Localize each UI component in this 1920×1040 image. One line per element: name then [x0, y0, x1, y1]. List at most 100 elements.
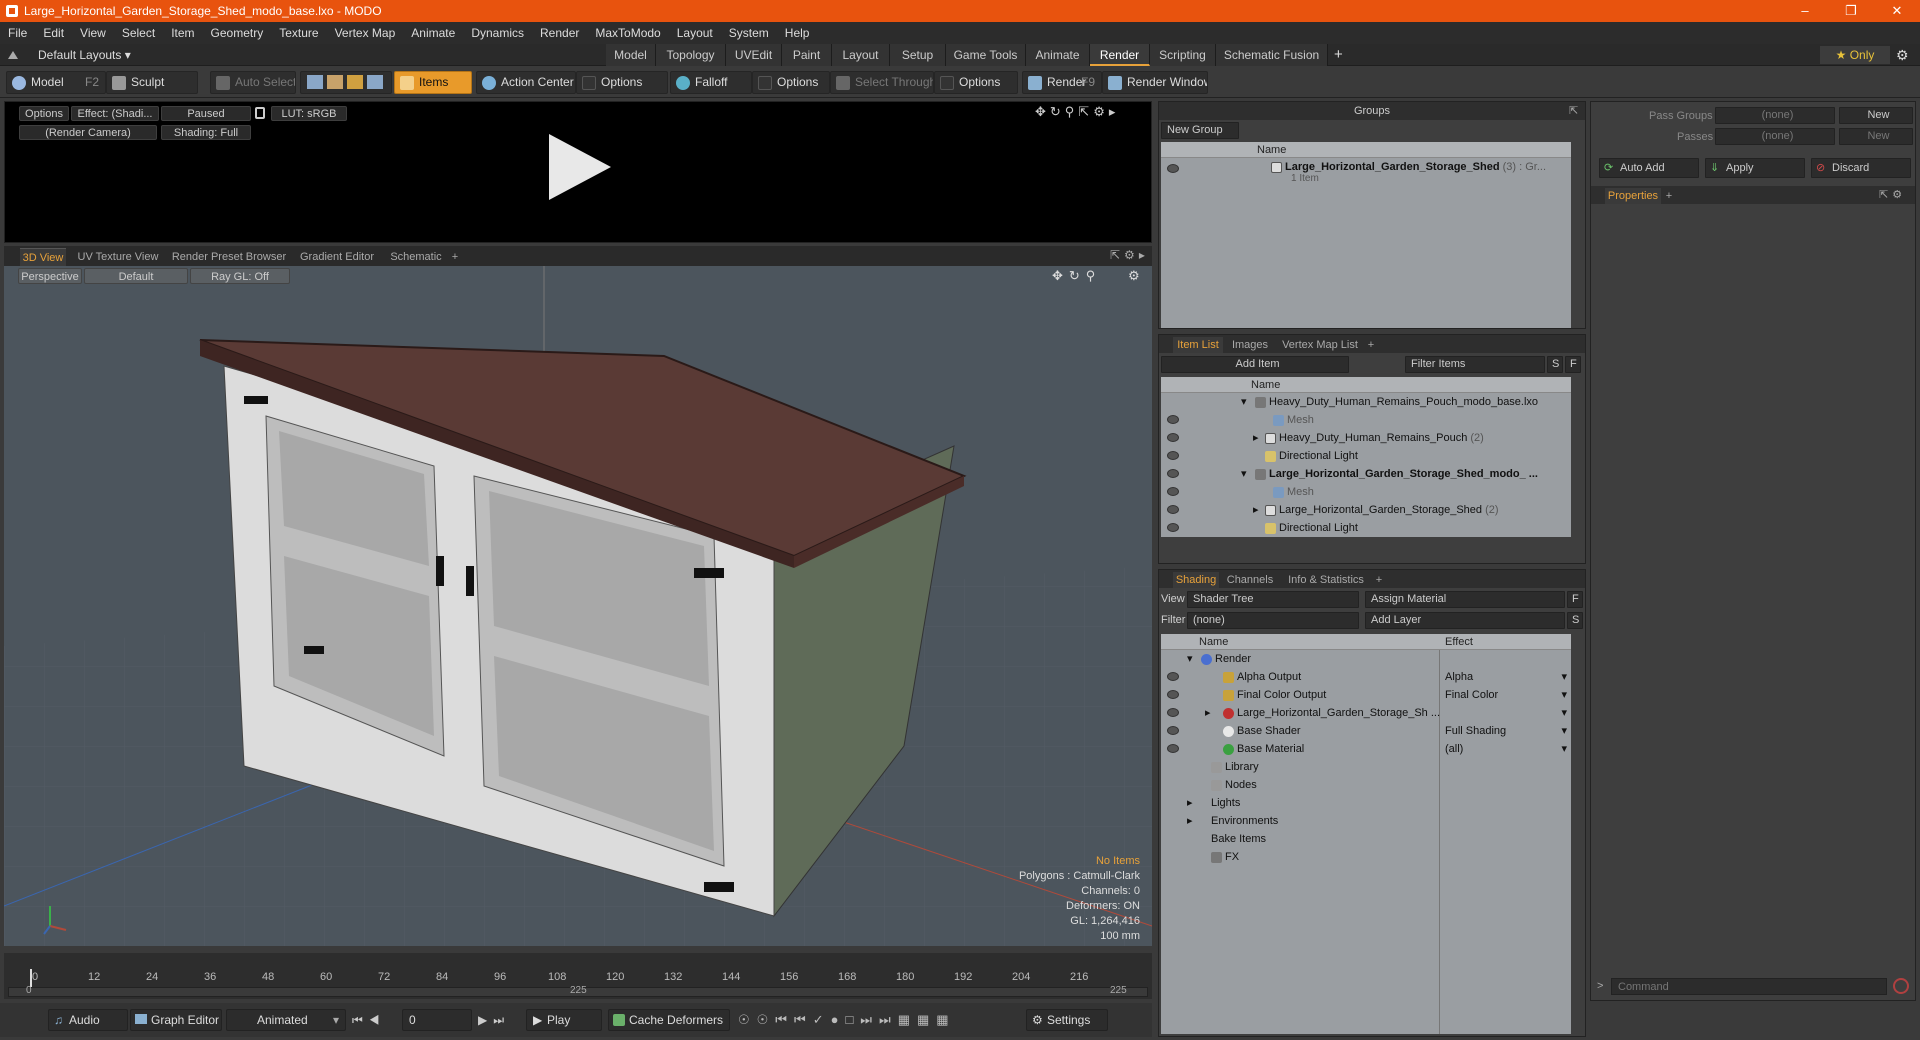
- visibility-eye-icon[interactable]: [1167, 672, 1179, 681]
- menu-view[interactable]: View: [72, 26, 114, 40]
- animated-dropdown[interactable]: Animated ▾: [226, 1009, 346, 1031]
- shader-effect[interactable]: Full Shading: [1445, 722, 1506, 740]
- tab-animate[interactable]: Animate: [1026, 44, 1090, 66]
- expand-triangle-icon[interactable]: ▾: [1241, 465, 1247, 483]
- chevron-down-icon[interactable]: ▾: [1561, 704, 1567, 722]
- expand-triangle-icon[interactable]: ▸: [1187, 812, 1193, 830]
- only-toggle[interactable]: ★ Only: [1820, 46, 1890, 64]
- item-list-tree[interactable]: Name ▾ Heavy_Duty_Human_Remains_Pouch_mod…: [1161, 377, 1571, 537]
- falloff-button[interactable]: Falloff: [670, 71, 752, 94]
- shader-row[interactable]: ▸ Lights: [1161, 794, 1571, 812]
- tab-game-tools[interactable]: Game Tools: [946, 44, 1026, 66]
- visibility-eye-icon[interactable]: [1167, 708, 1179, 717]
- list-item[interactable]: Directional Light: [1161, 519, 1571, 537]
- layout-preset-dropdown[interactable]: Default Layouts ▾: [38, 44, 131, 66]
- visibility-eye-icon[interactable]: [1167, 451, 1179, 460]
- tab-images[interactable]: Images: [1225, 337, 1275, 353]
- visibility-eye-icon[interactable]: [1167, 415, 1179, 424]
- list-item[interactable]: ▾ Large_Horizontal_Garden_Storage_Shed_mo…: [1161, 465, 1571, 483]
- shader-row[interactable]: Library: [1161, 758, 1571, 776]
- stop-icon[interactable]: [1893, 978, 1909, 994]
- visibility-eye-icon[interactable]: [1167, 505, 1179, 514]
- visibility-eye-icon[interactable]: [1167, 487, 1179, 496]
- menu-render[interactable]: Render: [532, 26, 587, 40]
- falloff-options-button[interactable]: Options: [752, 71, 830, 94]
- audio-button[interactable]: ♫ Audio: [48, 1009, 128, 1031]
- add-layer-dropdown[interactable]: Add Layer: [1365, 612, 1565, 629]
- shading-dropdown[interactable]: Shading: Full: [161, 125, 251, 140]
- panel-expand-icon[interactable]: ⇱: [1569, 104, 1578, 117]
- passes-dropdown[interactable]: (none): [1715, 128, 1835, 145]
- tab-scripting[interactable]: Scripting: [1150, 44, 1216, 66]
- filter-items-input[interactable]: Filter Items: [1405, 356, 1545, 373]
- shader-effect[interactable]: Final Color: [1445, 686, 1498, 704]
- passes-new-button[interactable]: New: [1839, 128, 1913, 145]
- render-camera-dropdown[interactable]: (Render Camera): [19, 125, 157, 140]
- add-tab-button[interactable]: +: [1334, 44, 1343, 66]
- render-window-button[interactable]: Render Window: [1102, 71, 1208, 94]
- list-item[interactable]: ▸ Large_Horizontal_Garden_Storage_Shed (2…: [1161, 501, 1571, 519]
- polygons-mode-icon[interactable]: [347, 75, 363, 89]
- list-item[interactable]: ▸ Heavy_Duty_Human_Remains_Pouch (2): [1161, 429, 1571, 447]
- tab-item-list[interactable]: Item List: [1173, 337, 1223, 353]
- menu-file[interactable]: File: [0, 26, 35, 40]
- visibility-eye-icon[interactable]: [1167, 433, 1179, 442]
- model-mode-button[interactable]: Model F2: [6, 71, 106, 94]
- viewport-nav-icons[interactable]: ✥↻⚲: [1052, 268, 1101, 284]
- expand-triangle-icon[interactable]: ▾: [1241, 393, 1247, 411]
- discard-button[interactable]: ⊘ Discard: [1811, 158, 1911, 178]
- settings-button[interactable]: ⚙ Settings: [1026, 1009, 1108, 1031]
- list-item[interactable]: Directional Light: [1161, 447, 1571, 465]
- chevron-down-icon[interactable]: ▾: [1561, 740, 1567, 758]
- tab-vertex-map-list[interactable]: Vertex Map List: [1277, 337, 1363, 353]
- restore-icon[interactable]: ❐: [1828, 3, 1874, 19]
- menu-texture[interactable]: Texture: [271, 26, 326, 40]
- list-item[interactable]: Mesh: [1161, 483, 1571, 501]
- shader-row[interactable]: ▸ Environments: [1161, 812, 1571, 830]
- items-mode-button[interactable]: Items: [394, 71, 472, 94]
- assign-material-button[interactable]: Assign Material: [1365, 591, 1565, 608]
- key-tools-icons[interactable]: ☉☉⏮⏮✓●□⏭⏭▦▦▦: [738, 1012, 956, 1028]
- shader-row[interactable]: FX: [1161, 848, 1571, 866]
- shader-row[interactable]: ▸ Large_Horizontal_Garden_Storage_Sh ... ▾: [1161, 704, 1571, 722]
- tab-3d-view[interactable]: 3D View: [20, 248, 66, 266]
- menu-item[interactable]: Item: [163, 26, 202, 40]
- shader-row[interactable]: Alpha Output Alpha ▾: [1161, 668, 1571, 686]
- graph-editor-button[interactable]: Graph Editor: [130, 1009, 222, 1031]
- select-through-button[interactable]: Select Through: [830, 71, 934, 94]
- shader-effect[interactable]: (all): [1445, 740, 1463, 758]
- chevron-down-icon[interactable]: ▾: [1561, 722, 1567, 740]
- transport-rewind-icons[interactable]: ⏮◀: [352, 1013, 386, 1028]
- tab-gradient-editor[interactable]: Gradient Editor: [296, 248, 378, 266]
- timeline[interactable]: 0 12 24 36 48 60 72 84 96 108 120 132 14…: [4, 953, 1152, 999]
- menu-animate[interactable]: Animate: [403, 26, 463, 40]
- visibility-eye-icon[interactable]: [1167, 726, 1179, 735]
- add-tab-button[interactable]: +: [1663, 188, 1675, 204]
- menu-edit[interactable]: Edit: [35, 26, 72, 40]
- auto-select-button[interactable]: Auto Select: [210, 71, 296, 94]
- viewport-gear-icon[interactable]: ⚙: [1128, 268, 1140, 284]
- auto-add-button[interactable]: ⟳ Auto Add: [1599, 158, 1699, 178]
- add-tab-button[interactable]: +: [1365, 337, 1377, 353]
- shader-row[interactable]: Base Shader Full Shading ▾: [1161, 722, 1571, 740]
- vertices-mode-icon[interactable]: [307, 75, 323, 89]
- sculpt-button[interactable]: Sculpt: [106, 71, 198, 94]
- 3d-viewport[interactable]: Perspective Default Ray GL: Off ✥↻⚲ ⚙ No…: [4, 266, 1152, 946]
- list-item[interactable]: Mesh: [1161, 411, 1571, 429]
- edges-mode-icon[interactable]: [327, 75, 343, 89]
- effect-dropdown[interactable]: Effect: (Shadi...: [71, 106, 159, 121]
- tab-model[interactable]: Model: [606, 44, 656, 66]
- pass-groups-dropdown[interactable]: (none): [1715, 107, 1835, 124]
- shader-row[interactable]: Base Material (all) ▾: [1161, 740, 1571, 758]
- tab-render[interactable]: Render: [1090, 44, 1150, 66]
- pass-groups-new-button[interactable]: New: [1839, 107, 1913, 124]
- groups-list[interactable]: Name Large_Horizontal_Garden_Storage_She…: [1161, 142, 1571, 328]
- play-icon[interactable]: [545, 132, 615, 202]
- paused-button[interactable]: Paused: [161, 106, 251, 121]
- perspective-dropdown[interactable]: Perspective: [18, 268, 82, 284]
- shading-f-button[interactable]: F: [1567, 591, 1583, 608]
- add-viewport-tab-button[interactable]: +: [448, 248, 462, 266]
- visibility-eye-icon[interactable]: [1167, 164, 1179, 173]
- preview-options-button[interactable]: Options: [19, 106, 69, 121]
- menu-system[interactable]: System: [721, 26, 777, 40]
